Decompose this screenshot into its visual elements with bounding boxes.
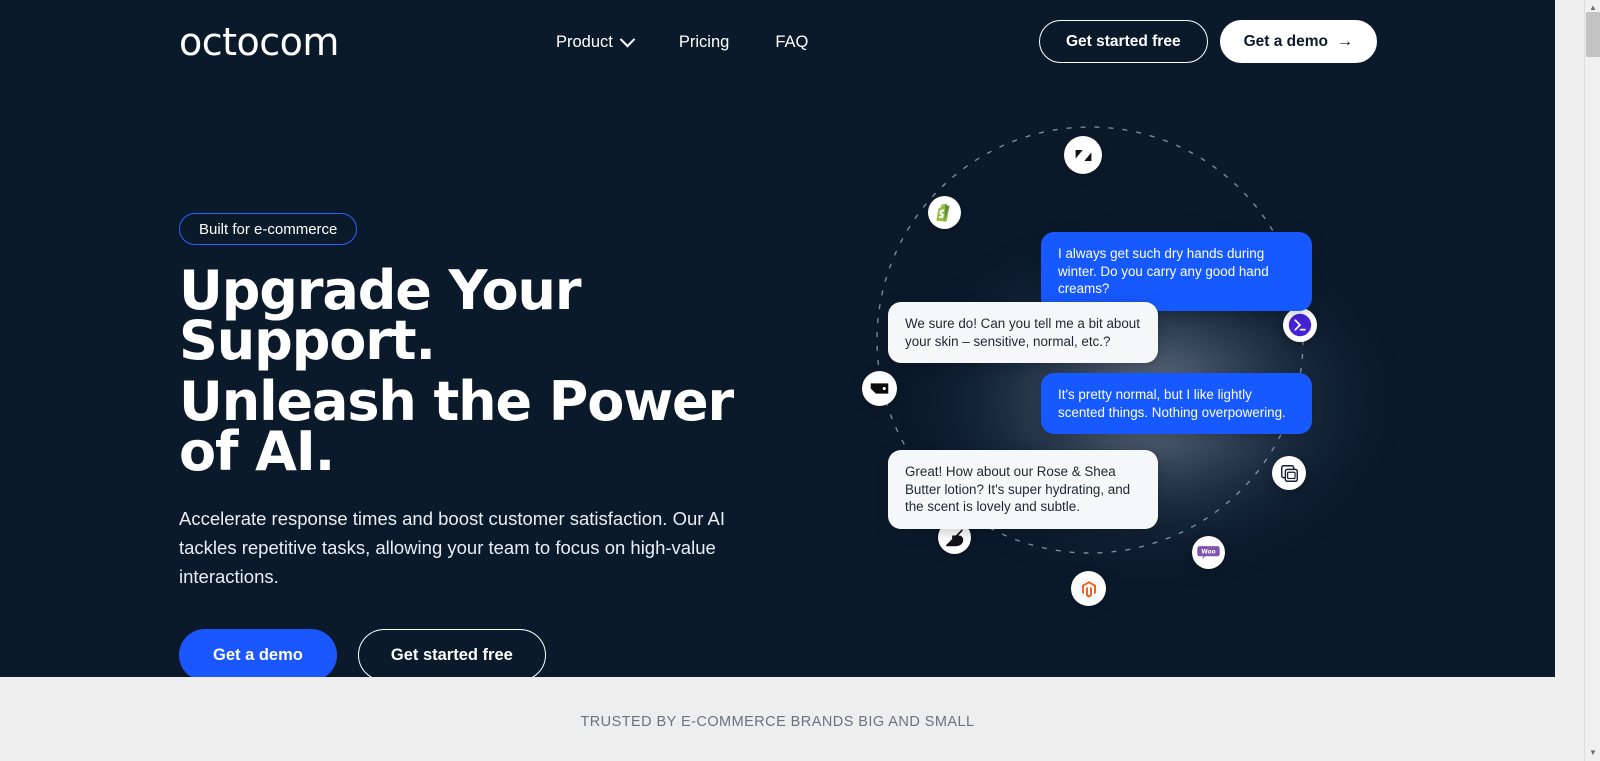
hero-get-started-free-button[interactable]: Get started free — [357, 629, 546, 677]
integration-node-intercom[interactable] — [1283, 308, 1317, 342]
chat-bubble-user-2: It's pretty normal, but I like lightly s… — [1041, 373, 1312, 434]
integration-node-shopify[interactable] — [928, 196, 961, 229]
intercom-icon — [1288, 313, 1312, 337]
hero-headline: Upgrade Your Support. Unleash the Power … — [179, 264, 779, 483]
nav-item-faq[interactable]: FAQ — [775, 30, 808, 54]
nav-links: Product Pricing FAQ — [556, 30, 808, 54]
scrollbar-down-arrow-icon[interactable]: ▼ — [1585, 745, 1600, 761]
chat-bubble-user-1: I always get such dry hands during winte… — [1041, 232, 1312, 311]
integration-node-woocommerce[interactable]: Woo — [1192, 536, 1225, 569]
integration-node-zendesk[interactable] — [1064, 136, 1102, 174]
brand-logo[interactable]: octocom — [179, 21, 339, 63]
front-icon — [1280, 464, 1298, 482]
integration-orbit-visual: I always get such dry hands during winte… — [820, 110, 1380, 640]
integration-node-front[interactable] — [1272, 456, 1306, 490]
nav-get-a-demo-label: Get a demo — [1243, 32, 1328, 50]
hero-get-a-demo-button[interactable]: Get a demo — [179, 629, 337, 677]
magento-icon — [1079, 579, 1098, 598]
hero-content: Built for e-commerce Upgrade Your Suppor… — [179, 213, 779, 677]
arrow-right-icon: → — [1337, 32, 1353, 50]
hero-headline-line1: Upgrade Your Support. — [179, 259, 582, 372]
trusted-by-band: TRUSTED BY E-COMMERCE BRANDS BIG AND SMA… — [0, 677, 1555, 761]
hero-cta-group: Get a demo Get started free — [179, 629, 779, 677]
nav-item-product[interactable]: Product — [556, 30, 636, 54]
chat-bubble-bot-1: We sure do! Can you tell me a bit about … — [888, 302, 1158, 363]
nav-item-product-label: Product — [556, 33, 613, 51]
nav-cta-group: Get started free Get a demo → — [1039, 20, 1377, 63]
hero-badge: Built for e-commerce — [179, 213, 358, 245]
integration-node-magento[interactable] — [1071, 571, 1106, 606]
page-root: octocom Product Pricing FAQ Get started … — [0, 0, 1600, 761]
hero-headline-line2: Unleash the Power of AI. — [179, 370, 734, 483]
page-scrollbar[interactable]: ▲ ▼ — [1584, 0, 1600, 761]
hero-subtext: Accelerate response times and boost cust… — [179, 508, 726, 587]
hero-panel: octocom Product Pricing FAQ Get started … — [0, 0, 1555, 677]
woocommerce-icon: Woo — [1197, 546, 1220, 560]
gorgias-icon — [870, 383, 889, 394]
nav-get-started-free-button[interactable]: Get started free — [1039, 20, 1208, 63]
bigcommerce-icon — [946, 528, 964, 547]
chevron-down-icon — [619, 31, 636, 47]
chat-bubble-bot-2: Great! How about our Rose & Shea Butter … — [888, 450, 1158, 529]
zendesk-icon — [1075, 149, 1091, 161]
shopify-icon — [936, 203, 950, 222]
trusted-by-text: TRUSTED BY E-COMMERCE BRANDS BIG AND SMA… — [580, 714, 975, 730]
integration-node-gorgias[interactable] — [862, 371, 897, 406]
nav-get-a-demo-button[interactable]: Get a demo → — [1219, 20, 1377, 63]
nav-item-faq-label: FAQ — [775, 33, 809, 51]
svg-text:Woo: Woo — [1201, 549, 1215, 555]
nav-item-pricing[interactable]: Pricing — [679, 30, 729, 54]
nav-item-pricing-label: Pricing — [678, 33, 730, 51]
top-navigation-bar: octocom Product Pricing FAQ Get started … — [0, 0, 1555, 84]
scrollbar-thumb[interactable] — [1586, 12, 1600, 57]
